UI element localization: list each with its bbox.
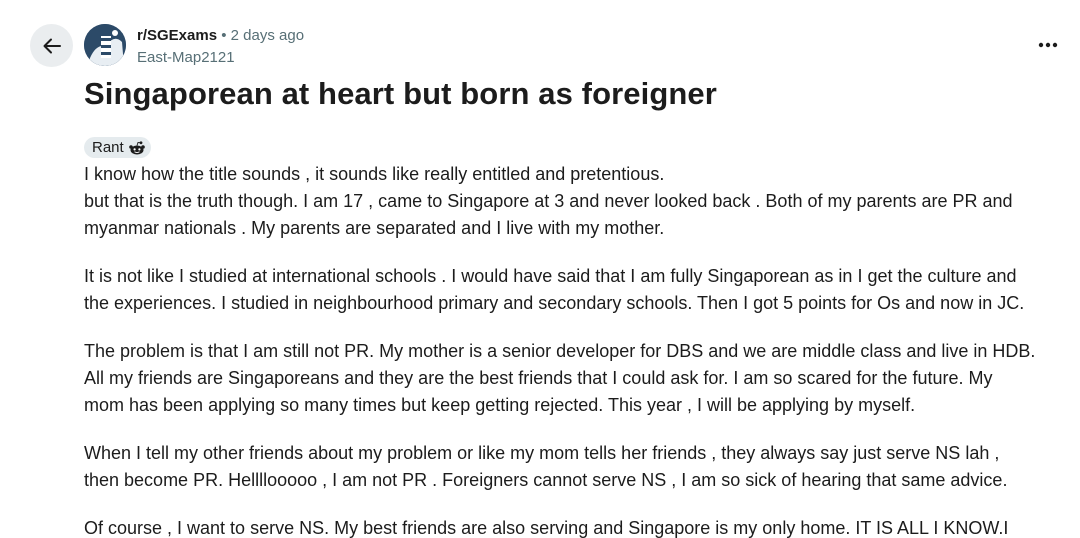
body-line: then become PR. Hellllooooo , I am not P… — [84, 470, 1008, 490]
body-line: I know how the title sounds , it sounds … — [84, 164, 665, 184]
body-line: Of course , I want to serve NS. My best … — [84, 518, 1009, 538]
post-time: 2 days ago — [230, 27, 305, 44]
post-title: Singaporean at heart but born as foreign… — [84, 76, 717, 111]
reddit-snoo-icon — [128, 140, 145, 154]
subreddit-link[interactable]: r/SGExams — [137, 27, 217, 44]
body-line: the experiences. I studied in neighbourh… — [84, 293, 1025, 313]
paragraph: When I tell my other friends about my pr… — [84, 440, 1074, 494]
author-link[interactable]: East-Map2121 — [137, 48, 304, 68]
body-line: When I tell my other friends about my pr… — [84, 443, 1000, 463]
subreddit-avatar-icon[interactable] — [84, 24, 126, 66]
flair-label: Rant — [92, 139, 124, 156]
paragraph: It is not like I studied at internationa… — [84, 263, 1074, 317]
body-line: All my friends are Singaporeans and they… — [84, 368, 993, 388]
body-line: The problem is that I am still not PR. M… — [84, 341, 1036, 361]
post-flair[interactable]: Rant — [84, 137, 151, 158]
paragraph: Of course , I want to serve NS. My best … — [84, 515, 1074, 538]
more-options-button[interactable] — [1034, 34, 1062, 56]
post-body: I know how the title sounds , it sounds … — [84, 161, 1074, 538]
meta-separator: • — [221, 27, 227, 44]
paragraph: The problem is that I am still not PR. M… — [84, 338, 1074, 419]
arrow-left-icon — [43, 38, 61, 53]
paragraph: I know how the title sounds , it sounds … — [84, 161, 1074, 242]
more-options-icon — [1038, 42, 1058, 48]
body-line: It is not like I studied at internationa… — [84, 266, 1017, 286]
body-line: myanmar nationals . My parents are separ… — [84, 218, 665, 238]
back-button[interactable] — [30, 24, 73, 67]
body-line: mom has been applying so many times but … — [84, 395, 916, 415]
post-meta: r/SGExams • 2 days ago East-Map2121 — [137, 26, 304, 68]
body-line: but that is the truth though. I am 17 , … — [84, 191, 1013, 211]
